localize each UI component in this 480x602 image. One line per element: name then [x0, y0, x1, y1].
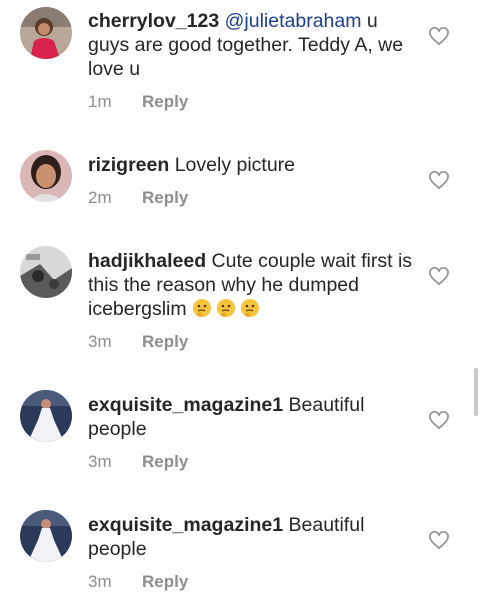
- thinking-face-icon: [241, 299, 260, 317]
- comment-meta: 3m Reply: [88, 332, 188, 352]
- user-avatar[interactable]: [20, 510, 72, 562]
- like-heart-icon[interactable]: [428, 170, 450, 190]
- user-avatar[interactable]: [20, 246, 72, 298]
- comment-username[interactable]: exquisite_magazine1: [88, 394, 283, 416]
- like-heart-icon[interactable]: [428, 410, 450, 430]
- like-heart-icon[interactable]: [428, 26, 450, 46]
- user-avatar[interactable]: [20, 390, 72, 442]
- comment-text: rizigreen Lovely picture: [88, 153, 418, 177]
- reply-button[interactable]: Reply: [142, 572, 188, 591]
- comment-mention[interactable]: @julietabraham: [225, 10, 362, 32]
- user-avatar[interactable]: [20, 150, 72, 202]
- like-heart-icon[interactable]: [428, 266, 450, 286]
- comment-meta: 3m Reply: [88, 572, 188, 592]
- comment-text: exquisite_magazine1 Beautiful people: [88, 513, 418, 561]
- comment-time: 3m: [88, 452, 112, 471]
- reply-button[interactable]: Reply: [142, 452, 188, 471]
- user-avatar[interactable]: [20, 7, 72, 59]
- reply-button[interactable]: Reply: [142, 188, 188, 207]
- comment-meta: 2m Reply: [88, 188, 188, 208]
- reply-button[interactable]: Reply: [142, 332, 188, 351]
- thinking-face-icon: [193, 299, 212, 317]
- comment-time: 1m: [88, 92, 112, 111]
- comment-text: exquisite_magazine1 Beautiful people: [88, 393, 418, 441]
- like-heart-icon[interactable]: [428, 530, 450, 550]
- comment-username[interactable]: rizigreen: [88, 154, 169, 176]
- comment-time: 2m: [88, 188, 112, 207]
- comment-meta: 3m Reply: [88, 452, 188, 472]
- comment-text: cherrylov_123 @julietabraham u guys are …: [88, 9, 418, 81]
- comment-text: hadjikhaleed Cute couple wait first is t…: [88, 249, 418, 321]
- avatar-black-white-photo-icon: [20, 246, 72, 298]
- comment-body: Lovely picture: [169, 154, 296, 176]
- avatar-bride-gown-icon: [20, 510, 72, 562]
- comment-time: 3m: [88, 572, 112, 591]
- avatar-woman-red-dress-icon: [20, 7, 72, 59]
- reply-button[interactable]: Reply: [142, 92, 188, 111]
- avatar-woman-portrait-icon: [20, 150, 72, 202]
- comment-meta: 1m Reply: [88, 92, 188, 112]
- comment-username[interactable]: exquisite_magazine1: [88, 514, 283, 536]
- comment-time: 3m: [88, 332, 112, 351]
- comment-username[interactable]: hadjikhaleed: [88, 250, 206, 272]
- scrollbar-thumb[interactable]: [474, 368, 478, 416]
- avatar-bride-gown-icon: [20, 390, 72, 442]
- thinking-face-icon: [217, 299, 236, 317]
- comment-username[interactable]: cherrylov_123: [88, 10, 219, 32]
